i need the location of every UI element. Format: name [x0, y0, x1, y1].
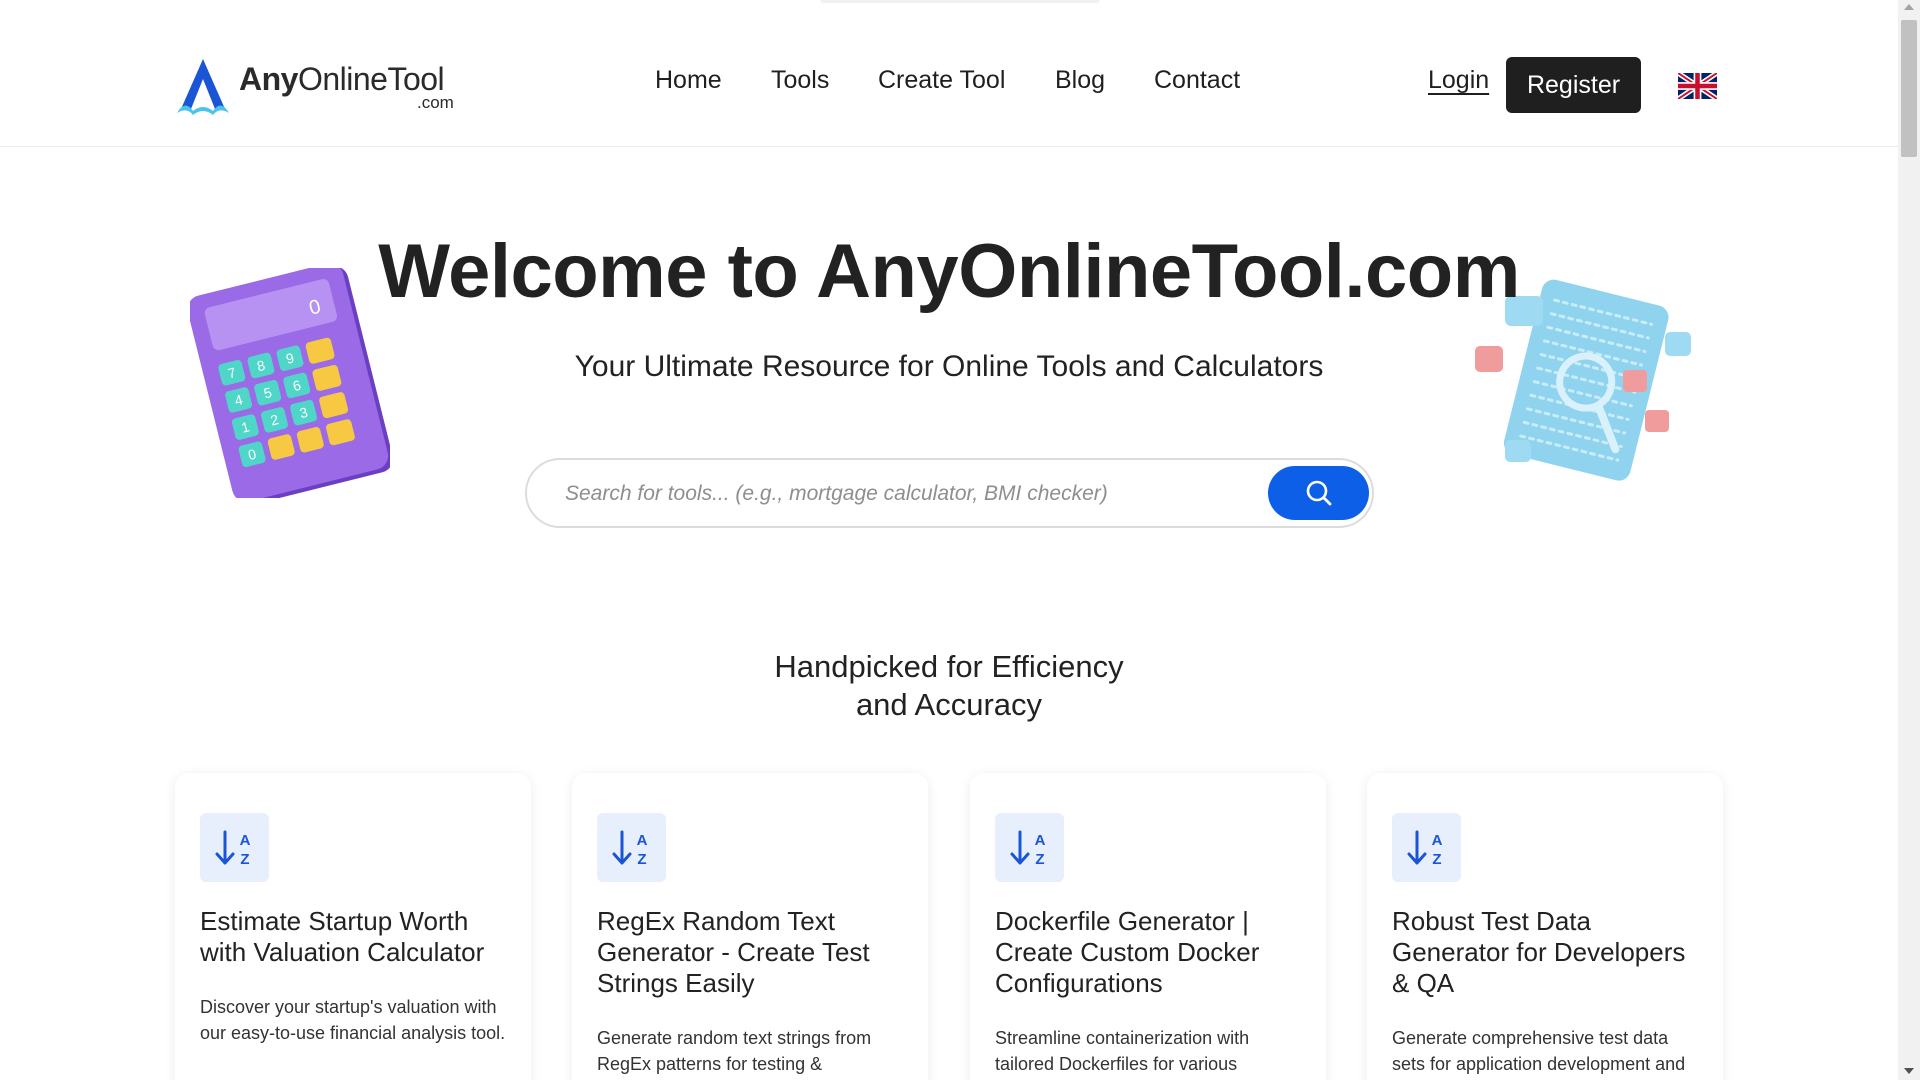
- tool-card[interactable]: A Z RegEx Random Text Generator - Create…: [572, 773, 928, 1080]
- tool-search-bar: [525, 458, 1374, 528]
- tool-card-title[interactable]: Estimate Startup Worth with Valuation Ca…: [200, 906, 515, 968]
- logo-wordmark: AnyOnlineTool .com: [239, 55, 469, 117]
- tool-card-title[interactable]: Robust Test Data Generator for Developer…: [1392, 906, 1707, 999]
- logo-onlinetool: OnlineTool: [297, 61, 445, 97]
- svg-text:Z: Z: [1432, 851, 1441, 868]
- logo-dotcom: .com: [417, 93, 454, 112]
- site-header: AnyOnlineTool .com Home Tools Create Too…: [0, 0, 1898, 147]
- nav-blog[interactable]: Blog: [1055, 66, 1105, 95]
- tool-card[interactable]: A Z Robust Test Data Generator for Devel…: [1367, 773, 1723, 1080]
- svg-text:A: A: [1034, 832, 1045, 849]
- svg-text:Z: Z: [637, 851, 646, 868]
- sort-alpha-icon: A Z: [1407, 830, 1442, 868]
- logo-main-text: AnyOnlineTool: [239, 61, 445, 98]
- search-icon: [1306, 480, 1331, 506]
- svg-text:Z: Z: [240, 851, 249, 868]
- scroll-thumb[interactable]: [1901, 20, 1917, 157]
- nav-tools[interactable]: Tools: [771, 66, 829, 95]
- tool-card-icon-tile: A Z: [597, 813, 666, 882]
- tool-card-description: Discover your startup's valuation with o…: [200, 997, 506, 1043]
- tool-card-icon-tile: A Z: [1392, 813, 1461, 882]
- search-button[interactable]: [1268, 466, 1369, 520]
- tool-card-icon-tile: A Z: [200, 813, 269, 882]
- sort-alpha-icon: A Z: [215, 830, 250, 868]
- logo-icon: [177, 59, 229, 115]
- svg-text:Z: Z: [1035, 851, 1044, 868]
- hero-subtitle: Your Ultimate Resource for Online Tools …: [574, 350, 1324, 383]
- site-logo[interactable]: AnyOnlineTool .com: [173, 55, 473, 117]
- page-scrollbar[interactable]: [1898, 0, 1920, 1080]
- search-input[interactable]: [565, 478, 1245, 510]
- scroll-down-arrow-icon[interactable]: [1904, 1068, 1914, 1074]
- svg-text:A: A: [636, 832, 647, 849]
- nav-contact[interactable]: Contact: [1154, 66, 1240, 95]
- scroll-up-arrow-icon[interactable]: [1904, 4, 1914, 10]
- tool-card-title[interactable]: Dockerfile Generator | Create Custom Doc…: [995, 906, 1310, 999]
- tool-card-description: Generate random text strings from RegEx …: [597, 1028, 872, 1074]
- register-button[interactable]: Register: [1506, 57, 1641, 113]
- tool-card-description: Generate comprehensive test data sets fo…: [1392, 1028, 1686, 1074]
- section-title: Handpicked for Efficiency and Accuracy: [0, 648, 1898, 724]
- top-strip: [820, 0, 1100, 3]
- tool-card-icon-tile: A Z: [995, 813, 1064, 882]
- logo-any: Any: [239, 61, 298, 97]
- tool-card[interactable]: A Z Estimate Startup Worth with Valuatio…: [175, 773, 531, 1080]
- section-title-line-1: Handpicked for Efficiency: [774, 649, 1124, 684]
- svg-text:A: A: [1431, 832, 1442, 849]
- hero-title: Welcome to AnyOnlineTool.com: [378, 229, 1520, 314]
- uk-flag-icon[interactable]: [1678, 73, 1717, 99]
- nav-home[interactable]: Home: [655, 66, 722, 95]
- tool-card-description: Streamline containerization with tailore…: [995, 1028, 1250, 1074]
- sort-alpha-icon: A Z: [612, 830, 647, 868]
- svg-text:A: A: [239, 832, 250, 849]
- section-title-line-2: and Accuracy: [855, 687, 1043, 722]
- tool-card-title[interactable]: RegEx Random Text Generator - Create Tes…: [597, 906, 912, 999]
- nav-create-tool[interactable]: Create Tool: [878, 66, 1005, 95]
- tool-card[interactable]: A Z Dockerfile Generator | Create Custom…: [970, 773, 1326, 1080]
- sort-alpha-icon: A Z: [1010, 830, 1045, 868]
- login-link[interactable]: Login: [1428, 66, 1489, 95]
